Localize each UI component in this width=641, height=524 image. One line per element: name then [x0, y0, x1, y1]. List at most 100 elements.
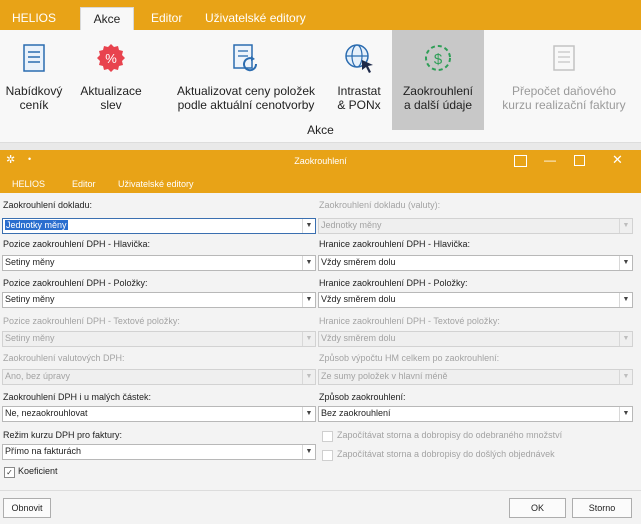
ribbon-tab-bar: HELIOS Akce Editor Uživatelské editory	[0, 0, 641, 31]
rounding-money-icon: $	[425, 45, 451, 71]
button-label-line1: Intrastat	[337, 84, 381, 98]
chevron-down-icon[interactable]: ▼	[619, 370, 632, 384]
pozice-textove-label: Pozice zaokrouhlení DPH - Textové položk…	[3, 316, 180, 326]
chevron-down-icon[interactable]: ▼	[619, 407, 632, 421]
zpusob-zaokrouhleni-label: Způsob zaokrouhlení:	[319, 392, 406, 402]
minimize-icon[interactable]: —	[544, 153, 556, 167]
zaokrouhleni-valutovych-select[interactable]: Ano, bez úpravy ▼	[2, 369, 316, 385]
button-label-line1: Aktualizovat ceny položek	[176, 84, 316, 98]
storna-odebrane-checkbox[interactable]	[322, 431, 333, 442]
tab-akce[interactable]: Akce	[80, 7, 134, 31]
button-label-line1: Přepočet daňového	[511, 84, 617, 98]
dialog-body: Zaokrouhlení dokladu: Jednotky měny ▼ Zao…	[0, 193, 641, 524]
zaokrouhleni-dokladu-label: Zaokrouhlení dokladu:	[3, 200, 93, 210]
pozice-textove-select[interactable]: Setiny měny ▼	[2, 331, 316, 347]
tab-helios[interactable]: HELIOS	[12, 7, 56, 30]
chevron-down-icon[interactable]: ▼	[619, 219, 632, 233]
intrastat-button[interactable]: Intrastat & PONx	[333, 30, 385, 130]
button-label-line2: ceník	[19, 98, 49, 112]
close-icon[interactable]: ✕	[612, 152, 623, 168]
maximize-icon[interactable]	[574, 155, 585, 166]
select-value: Setiny měny	[5, 257, 55, 267]
aktualizovat-ceny-button[interactable]: Aktualizovat ceny položek podle aktuální …	[165, 30, 327, 130]
obnovit-button[interactable]: Obnovit	[3, 498, 51, 518]
button-label-line1: Nabídkový	[5, 84, 63, 98]
select-value: Jednotky měny	[321, 220, 382, 230]
chevron-down-icon[interactable]: ▼	[302, 256, 315, 270]
zaokrouhleni-male-castky-label: Zaokrouhlení DPH i u malých částek:	[3, 392, 152, 402]
svg-text:$: $	[434, 51, 443, 68]
pozice-hlavicka-select[interactable]: Setiny měny ▼	[2, 255, 316, 271]
button-label-line2: kurzu realizační faktury	[502, 98, 626, 112]
select-value: Vždy směrem dolu	[321, 257, 396, 267]
zaokrouhleni-dokladu-select[interactable]: Jednotky měny ▼	[2, 218, 316, 234]
chevron-down-icon[interactable]: ▼	[619, 256, 632, 270]
nabidkovy-cenik-button[interactable]: Nabídkový ceník	[3, 30, 65, 130]
tab-uzivatelske-editory[interactable]: Uživatelské editory	[205, 7, 306, 30]
menu-helios[interactable]: HELIOS	[12, 179, 45, 189]
ok-button[interactable]: OK	[509, 498, 566, 518]
discount-icon: %	[97, 44, 125, 72]
select-value: Setiny měny	[5, 333, 55, 343]
window-gap	[0, 143, 641, 150]
hranice-polozky-label: Hranice zaokrouhlení DPH - Položky:	[319, 278, 468, 288]
storno-button[interactable]: Storno	[572, 498, 632, 518]
select-value: Ano, bez úpravy	[5, 371, 71, 381]
menu-editor[interactable]: Editor	[72, 179, 96, 189]
menu-uzivatelske-editory[interactable]: Uživatelské editory	[118, 179, 194, 189]
storna-dosle-label: Započítávat storna a dobropisy do došlýc…	[337, 449, 555, 459]
chevron-down-icon[interactable]: ▼	[302, 370, 315, 384]
zaokrouhleni-valutovych-label: Zaokrouhlení valutových DPH:	[3, 353, 125, 363]
storna-odebrane-label: Započítávat storna a dobropisy do odebra…	[337, 430, 563, 440]
zpusob-zaokrouhleni-select[interactable]: Bez zaokrouhlení ▼	[318, 406, 633, 422]
rezim-kurzu-label: Režim kurzu DPH pro faktury:	[3, 430, 123, 440]
zaokrouhleni-dokladu-valuty-select[interactable]: Jednotky měny ▼	[318, 218, 633, 234]
chevron-down-icon[interactable]: ▼	[302, 219, 315, 233]
zaokrouhleni-dokladu-valuty-label: Zaokrouhlení dokladu (valuty):	[319, 200, 441, 210]
dialog-title-bar: ✲ • Zaokrouhlení — ✕	[0, 150, 641, 175]
price-list-icon	[23, 44, 45, 72]
pozice-polozky-label: Pozice zaokrouhlení DPH - Položky:	[3, 278, 148, 288]
button-label-line1: Zaokrouhlení	[402, 84, 474, 98]
dialog-menu-bar: HELIOS Editor Uživatelské editory	[0, 175, 641, 193]
prepocet-danoveho-kurzu-button[interactable]: Přepočet daňového kurzu realizační faktur…	[490, 30, 638, 130]
select-value: Bez zaokrouhlení	[321, 408, 391, 418]
svg-text:%: %	[105, 51, 117, 66]
chevron-down-icon[interactable]: ▼	[302, 445, 315, 459]
chevron-down-icon[interactable]: ▼	[302, 293, 315, 307]
pozice-hlavicka-label: Pozice zaokrouhlení DPH - Hlavička:	[3, 239, 151, 249]
aktualizace-slev-button[interactable]: % Aktualizace slev	[75, 30, 147, 130]
chevron-down-icon[interactable]: ▼	[302, 332, 315, 346]
chevron-down-icon[interactable]: ▼	[619, 332, 632, 346]
rezim-kurzu-select[interactable]: Přímo na fakturách ▼	[2, 444, 316, 460]
pozice-polozky-select[interactable]: Setiny měny ▼	[2, 292, 316, 308]
button-label-line2: podle aktuální cenotvorby	[177, 98, 315, 112]
chevron-down-icon[interactable]: ▼	[302, 407, 315, 421]
zaokrouhleni-button[interactable]: $ Zaokrouhlení a další údaje	[392, 30, 484, 130]
koeficient-label: Koeficient	[18, 466, 58, 476]
button-label-line2: & PONx	[337, 98, 381, 112]
select-value: Ne, nezaokrouhlovat	[5, 408, 88, 418]
hranice-textove-select[interactable]: Vždy směrem dolu ▼	[318, 331, 633, 347]
ribbon-group-label: Akce	[307, 123, 334, 137]
pin-window-icon[interactable]	[514, 155, 527, 167]
zpusob-hm-select[interactable]: Ze sumy položek v hlavní méně ▼	[318, 369, 633, 385]
koeficient-checkbox[interactable]: ✓	[4, 467, 15, 478]
button-label-line2: a další údaje	[403, 98, 473, 112]
hranice-polozky-select[interactable]: Vždy směrem dolu ▼	[318, 292, 633, 308]
button-label-line2: slev	[100, 98, 122, 112]
tab-editor[interactable]: Editor	[151, 7, 182, 30]
storna-dosle-checkbox[interactable]	[322, 450, 333, 461]
hranice-textove-label: Hranice zaokrouhlení DPH - Textové polož…	[319, 316, 500, 326]
zaokrouhleni-male-castky-select[interactable]: Ne, nezaokrouhlovat ▼	[2, 406, 316, 422]
select-value: Přímo na fakturách	[5, 446, 82, 456]
checkmark-icon: ✓	[6, 468, 13, 477]
hranice-hlavicka-select[interactable]: Vždy směrem dolu ▼	[318, 255, 633, 271]
chevron-down-icon[interactable]: ▼	[619, 293, 632, 307]
zpusob-hm-label: Způsob výpočtu HM celkem po zaokrouhlení…	[319, 353, 500, 363]
select-value: Vždy směrem dolu	[321, 294, 396, 304]
footer-divider	[0, 490, 641, 491]
refresh-document-icon	[233, 44, 258, 72]
select-value: Setiny měny	[5, 294, 55, 304]
ribbon-body: Nabídkový ceník % Aktualizace slev Aktuali…	[0, 30, 641, 143]
